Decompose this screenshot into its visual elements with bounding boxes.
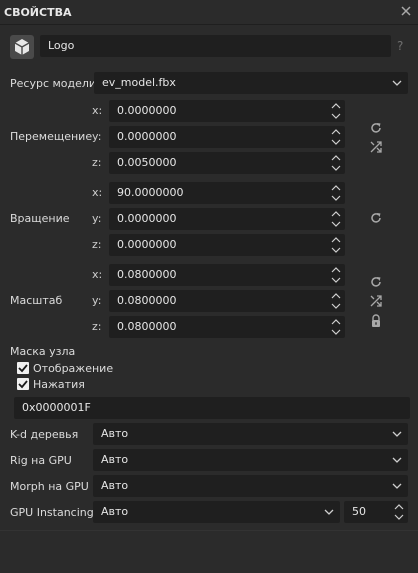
gpu-instancing-count-value: 50 <box>352 505 366 518</box>
rotation-label: Вращение <box>10 212 70 225</box>
scale-z-input[interactable]: 0.0800000 <box>109 316 345 338</box>
node-mask-value: 0x0000001F <box>22 401 91 414</box>
object-type-button[interactable] <box>10 35 34 59</box>
gpu-instancing-label: GPU Instancing <box>10 506 94 519</box>
spinner-icon[interactable] <box>393 503 405 521</box>
help-icon[interactable]: ? <box>397 39 403 53</box>
model-label: Ресурс модели <box>10 77 97 90</box>
scale-y-value: 0.0800000 <box>117 294 177 307</box>
gpu-instancing-dropdown[interactable]: Авто <box>93 501 340 523</box>
spinner-icon[interactable] <box>330 210 342 228</box>
position-x-label: x: <box>92 104 103 117</box>
kd-tree-value: Авто <box>101 427 129 440</box>
object-name-value: Logo <box>48 39 75 52</box>
chevron-down-icon <box>324 509 334 515</box>
position-label: Перемещение <box>10 130 93 143</box>
rig-gpu-value: Авто <box>101 453 129 466</box>
rotation-x-value: 90.0000000 <box>117 186 184 199</box>
lock-icon[interactable] <box>369 314 383 328</box>
rotation-z-input[interactable]: 0.0000000 <box>109 234 345 256</box>
kd-tree-dropdown[interactable]: Авто <box>93 423 408 445</box>
reset-icon[interactable] <box>369 121 383 135</box>
clicks-checkbox-label: Нажатия <box>33 378 85 391</box>
rotation-z-value: 0.0000000 <box>117 238 177 251</box>
scale-x-label: x: <box>92 268 103 281</box>
rotation-x-input[interactable]: 90.0000000 <box>109 182 345 204</box>
spinner-icon[interactable] <box>330 292 342 310</box>
gpu-instancing-value: Авто <box>101 505 129 518</box>
reset-icon[interactable] <box>369 211 383 225</box>
chevron-down-icon <box>392 457 402 463</box>
clicks-checkbox[interactable] <box>17 378 29 390</box>
scale-z-label: z: <box>92 320 102 333</box>
position-y-input[interactable]: 0.0000000 <box>109 126 345 148</box>
rotation-z-label: z: <box>92 238 102 251</box>
position-z-input[interactable]: 0.0050000 <box>109 152 345 174</box>
position-x-input[interactable]: 0.0000000 <box>109 100 345 122</box>
position-z-value: 0.0050000 <box>117 156 177 169</box>
position-x-value: 0.0000000 <box>117 104 177 117</box>
check-icon <box>18 364 28 373</box>
chevron-down-icon <box>392 431 402 437</box>
chevron-down-icon <box>392 483 402 489</box>
chevron-down-icon <box>392 80 402 86</box>
panel-title: СВОЙСТВА <box>4 6 72 19</box>
position-y-label: y: <box>92 130 102 143</box>
model-dropdown[interactable]: ev_model.fbx <box>94 72 408 94</box>
rotation-y-input[interactable]: 0.0000000 <box>109 208 345 230</box>
shuffle-icon[interactable] <box>369 140 383 154</box>
cube-icon <box>14 39 30 55</box>
position-y-value: 0.0000000 <box>117 130 177 143</box>
display-checkbox[interactable] <box>17 362 29 374</box>
scale-x-value: 0.0800000 <box>117 268 177 281</box>
rotation-y-value: 0.0000000 <box>117 212 177 225</box>
scale-y-input[interactable]: 0.0800000 <box>109 290 345 312</box>
spinner-icon[interactable] <box>330 154 342 172</box>
node-mask-input[interactable]: 0x0000001F <box>14 397 410 419</box>
morph-gpu-dropdown[interactable]: Авто <box>93 475 408 497</box>
spinner-icon[interactable] <box>330 184 342 202</box>
rig-gpu-label: Rig на GPU <box>10 454 72 467</box>
close-icon[interactable] <box>399 4 413 18</box>
spinner-icon[interactable] <box>330 128 342 146</box>
rotation-x-label: x: <box>92 186 103 199</box>
spinner-icon[interactable] <box>330 318 342 336</box>
rig-gpu-dropdown[interactable]: Авто <box>93 449 408 471</box>
position-z-label: z: <box>92 156 102 169</box>
scale-y-label: y: <box>92 294 102 307</box>
scale-z-value: 0.0800000 <box>117 320 177 333</box>
display-checkbox-label: Отображение <box>33 362 114 375</box>
scale-x-input[interactable]: 0.0800000 <box>109 264 345 286</box>
object-name-input[interactable]: Logo <box>40 35 391 57</box>
scale-label: Масштаб <box>10 294 63 307</box>
model-value: ev_model.fbx <box>102 76 176 89</box>
morph-gpu-value: Авто <box>101 479 129 492</box>
panel-header: СВОЙСТВА <box>0 0 418 25</box>
check-icon <box>18 380 28 389</box>
kd-tree-label: K-d деревья <box>10 428 79 441</box>
morph-gpu-label: Morph на GPU <box>10 480 89 493</box>
gpu-instancing-count-input[interactable]: 50 <box>344 501 408 523</box>
spinner-icon[interactable] <box>330 236 342 254</box>
node-mask-label: Маска узла <box>10 345 76 358</box>
reset-icon[interactable] <box>369 275 383 289</box>
spinner-icon[interactable] <box>330 102 342 120</box>
rotation-y-label: y: <box>92 212 102 225</box>
shuffle-icon[interactable] <box>369 294 383 308</box>
spinner-icon[interactable] <box>330 266 342 284</box>
divider <box>0 530 418 531</box>
